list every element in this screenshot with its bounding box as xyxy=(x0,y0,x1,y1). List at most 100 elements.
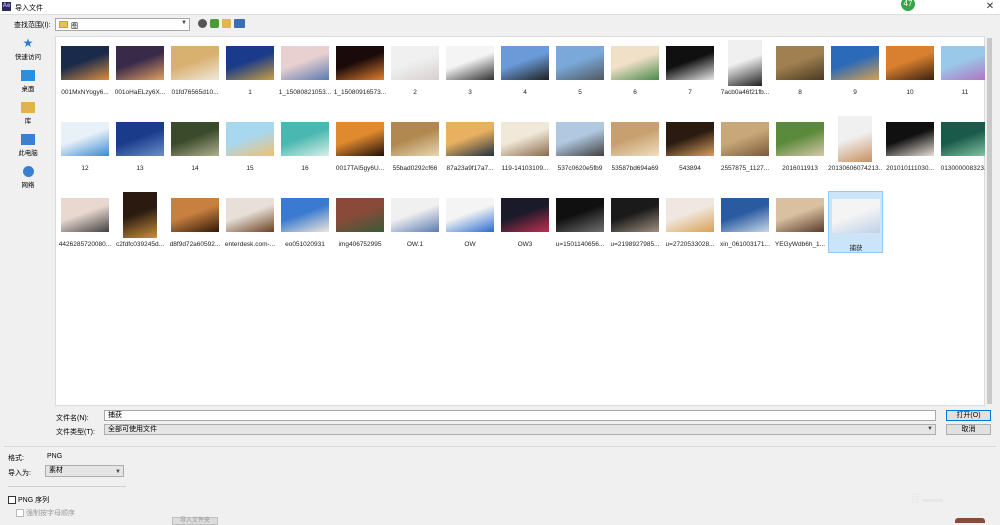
file-item[interactable]: 0017TAI5gy6U... xyxy=(333,115,387,173)
file-item[interactable]: 捕获 xyxy=(828,191,883,253)
file-item[interactable]: 11 xyxy=(938,39,992,97)
file-item[interactable]: 1_15080821053... xyxy=(278,39,332,97)
filetype-select[interactable]: 全部可使用文件 ▼ xyxy=(104,424,936,435)
file-item[interactable]: u=2720533028... xyxy=(663,191,717,249)
lookin-dropdown[interactable]: 图 ▼ xyxy=(55,18,190,31)
file-name: 11 xyxy=(961,89,969,96)
file-name: 201010111030... xyxy=(886,165,934,172)
sidebar-item[interactable]: 网络 xyxy=(4,166,52,189)
file-item[interactable]: d8f9d72a60592... xyxy=(168,191,222,249)
sidebar-item[interactable]: 此电脑 xyxy=(4,134,52,157)
filename-input[interactable]: 捕获 xyxy=(104,410,936,421)
file-item[interactable]: 7acb0a46f21fb... xyxy=(718,39,772,97)
file-thumbnail xyxy=(446,191,494,239)
thumbnail-image xyxy=(336,46,384,80)
file-item[interactable]: 12 xyxy=(58,115,112,173)
file-item[interactable]: 2 xyxy=(388,39,442,97)
file-item[interactable]: OW.1 xyxy=(388,191,442,249)
file-name: eo051020931 xyxy=(285,241,325,248)
sidebar-item-label: 网络 xyxy=(21,182,35,189)
file-item[interactable]: 6 xyxy=(608,39,662,97)
file-name: 543894 xyxy=(679,165,701,172)
thumbnail-image xyxy=(556,198,604,232)
file-thumbnail xyxy=(446,39,494,87)
file-item[interactable]: 1_15080916573... xyxy=(333,39,387,97)
sidebar-item[interactable]: 桌面 xyxy=(4,70,52,93)
file-item[interactable]: OW xyxy=(443,191,497,249)
file-item[interactable]: 3 xyxy=(443,39,497,97)
file-item[interactable]: 001oHaELzy6X... xyxy=(113,39,167,97)
file-item[interactable]: 7 xyxy=(663,39,717,97)
file-thumbnail xyxy=(721,191,769,239)
sidebar-item-label: 此电脑 xyxy=(18,150,38,157)
file-name: u=2198927985... xyxy=(610,241,660,248)
scrollbar-thumb[interactable] xyxy=(987,38,992,404)
file-item[interactable]: 14 xyxy=(168,115,222,173)
view-menu-icon[interactable] xyxy=(234,19,245,28)
new-folder-icon[interactable] xyxy=(222,19,231,28)
file-item[interactable]: 8 xyxy=(773,39,827,97)
file-name: OW xyxy=(464,241,476,248)
file-item[interactable]: 9 xyxy=(828,39,882,97)
vertical-scrollbar[interactable] xyxy=(985,36,994,406)
back-icon[interactable] xyxy=(198,19,207,28)
file-item[interactable]: u=2198927985... xyxy=(608,191,662,249)
file-name: OW3 xyxy=(517,241,533,248)
file-item[interactable]: img406752995 xyxy=(333,191,387,249)
file-item[interactable]: 4426285720080... xyxy=(58,191,112,249)
png-sequence-checkbox[interactable]: PNG 序列 xyxy=(8,495,49,505)
file-item[interactable]: 15 xyxy=(223,115,277,173)
file-item[interactable]: 53587bd694a69 xyxy=(608,115,662,173)
open-button[interactable]: 打开(O) xyxy=(946,410,991,421)
file-item[interactable]: xin_061003171... xyxy=(718,191,772,249)
file-item[interactable]: 10 xyxy=(883,39,937,97)
title-bar: Ae 导入文件 47 ✕ xyxy=(0,0,1000,15)
file-item[interactable]: c2fdfc039245d... xyxy=(113,191,167,249)
thumbnail-image xyxy=(728,40,762,86)
file-item[interactable]: 20130606074213... xyxy=(828,115,882,173)
close-icon[interactable]: ✕ xyxy=(984,1,996,13)
file-thumbnail xyxy=(226,39,274,87)
file-item[interactable]: YEGyWdb6h_1... xyxy=(773,191,827,249)
sidebar-item[interactable]: ★ 快速访问 xyxy=(4,37,52,61)
file-item[interactable]: 1 xyxy=(223,39,277,97)
sidebar-item[interactable]: 库 xyxy=(4,102,52,125)
import-as-select[interactable]: 素材 ▼ xyxy=(45,465,124,477)
file-name: 8 xyxy=(798,89,802,96)
file-name: 53587bd694a69 xyxy=(611,165,659,172)
file-item[interactable]: 537c0620e5fb9 xyxy=(553,115,607,173)
file-item[interactable]: eo051020931 xyxy=(278,191,332,249)
file-item[interactable]: u=1501140656... xyxy=(553,191,607,249)
file-thumbnail xyxy=(391,39,439,87)
file-thumbnail xyxy=(391,191,439,239)
thumbnail-image xyxy=(281,122,329,156)
file-item[interactable]: 87a23a9f17a7... xyxy=(443,115,497,173)
file-item[interactable]: 5 xyxy=(553,39,607,97)
thumbnail-image xyxy=(116,46,164,80)
file-item[interactable]: 119-14103109... xyxy=(498,115,552,173)
file-item[interactable]: 001MxNYogy6... xyxy=(58,39,112,97)
file-thumbnail xyxy=(391,115,439,163)
file-item[interactable]: OW3 xyxy=(498,191,552,249)
file-item[interactable]: 2016011913 xyxy=(773,115,827,173)
checkbox-box[interactable] xyxy=(8,496,16,504)
file-item[interactable]: 013000008323... xyxy=(938,115,992,173)
file-item[interactable]: 01fd76565d10... xyxy=(168,39,222,97)
divider xyxy=(4,446,996,447)
file-item[interactable]: 201010111030... xyxy=(883,115,937,173)
file-item[interactable]: 16 xyxy=(278,115,332,173)
file-item[interactable]: 543894 xyxy=(663,115,717,173)
file-item[interactable]: 4 xyxy=(498,39,552,97)
sidebar-item-label: 快速访问 xyxy=(15,54,41,61)
file-item[interactable]: 55bad0292cf66 xyxy=(388,115,442,173)
file-item[interactable]: 2557875_1127... xyxy=(718,115,772,173)
up-folder-icon[interactable] xyxy=(210,19,219,28)
file-thumbnail xyxy=(61,191,109,239)
file-item[interactable]: 13 xyxy=(113,115,167,173)
file-item[interactable]: enterdesk.com-... xyxy=(223,191,277,249)
cancel-button[interactable]: 取消 xyxy=(946,424,991,435)
filetype-value: 全部可使用文件 xyxy=(108,426,157,433)
file-thumbnail xyxy=(501,191,549,239)
file-name: 13 xyxy=(136,165,144,172)
desktop-icon xyxy=(21,70,35,81)
